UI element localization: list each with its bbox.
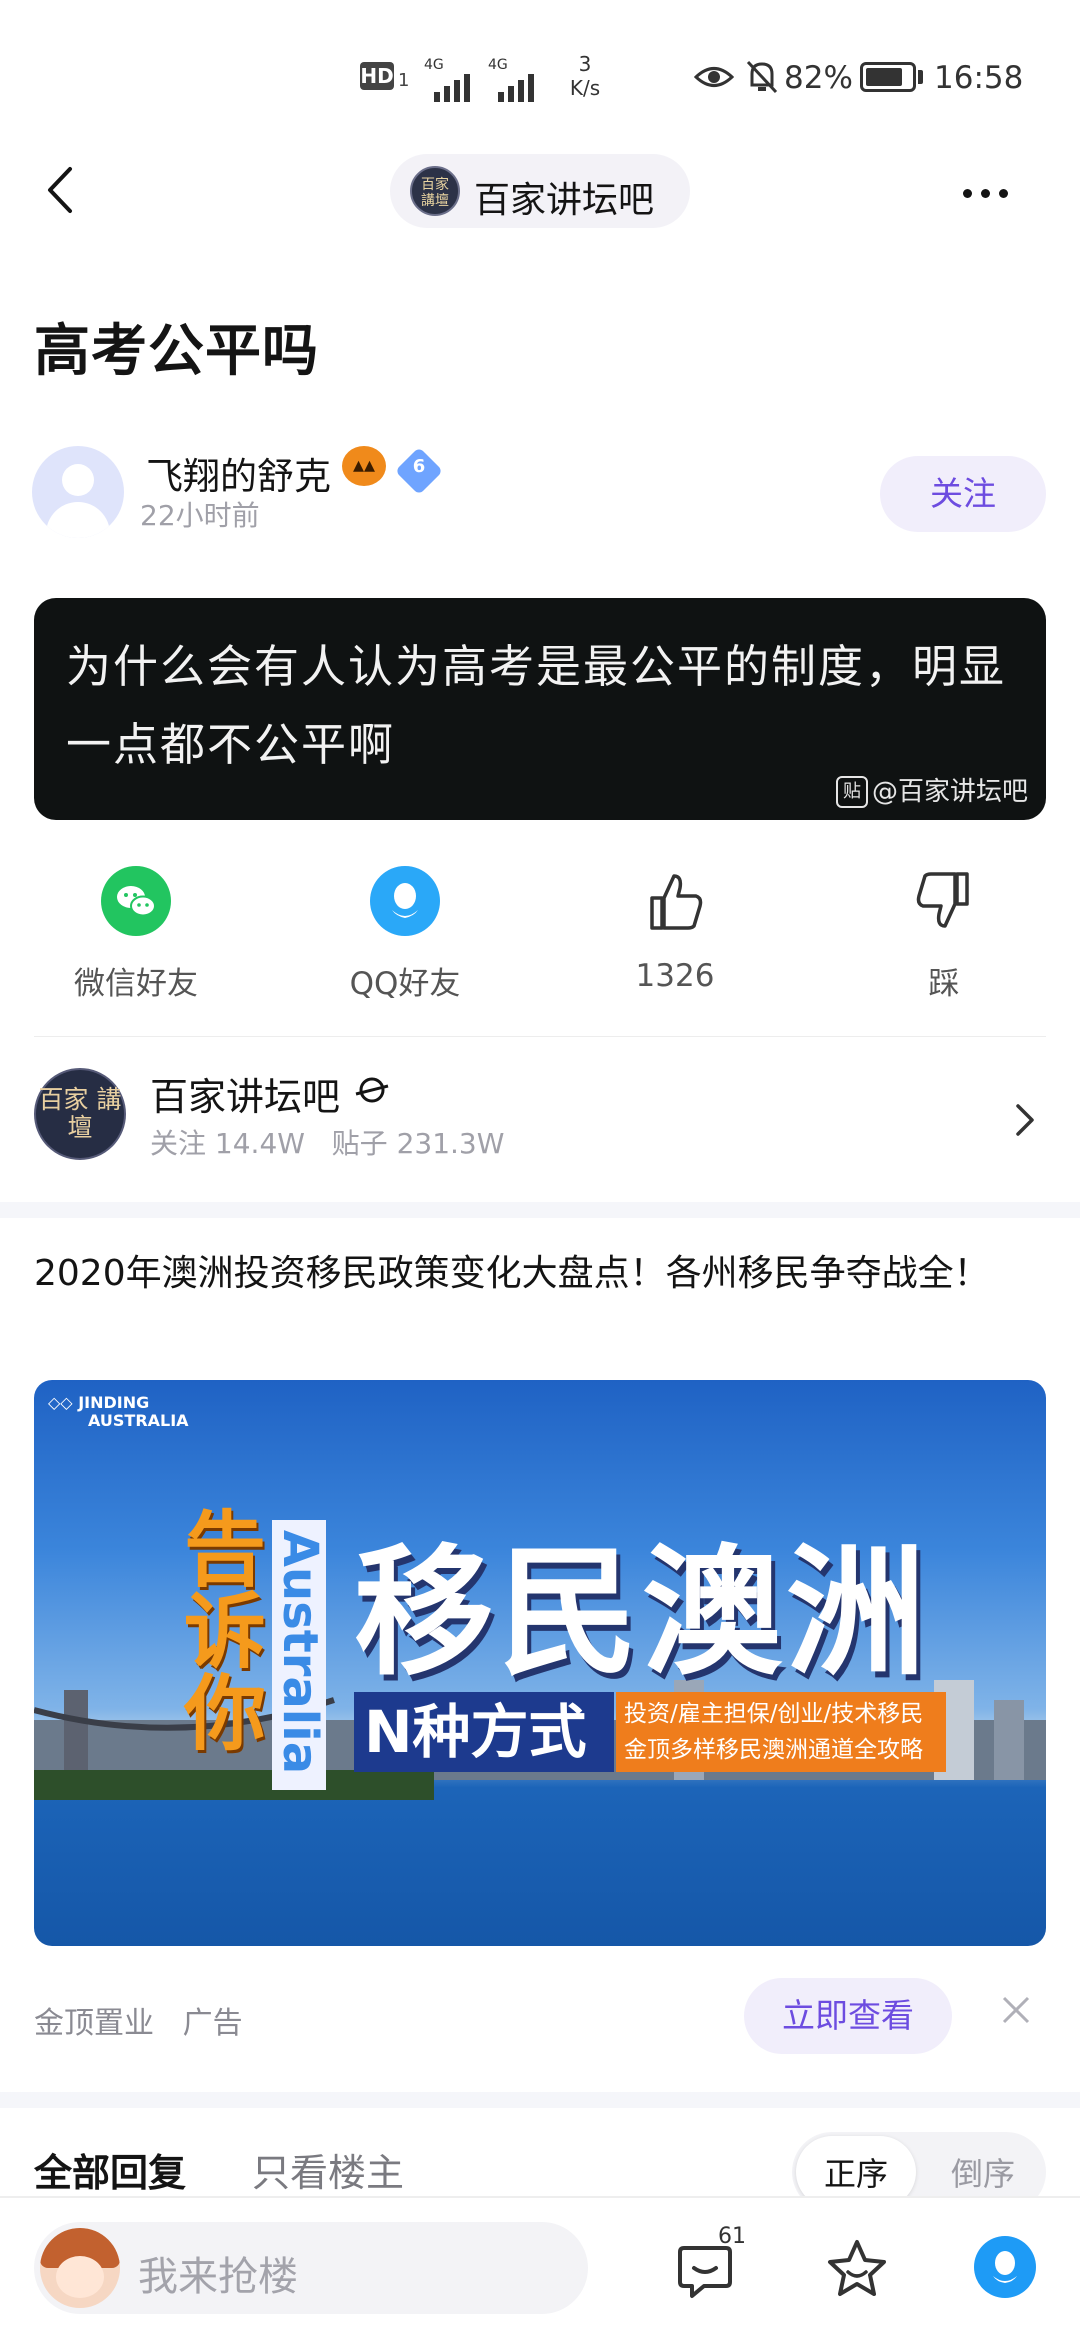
network-speed-unit: K/s (569, 76, 601, 100)
ad-banner-image[interactable]: ◇◇ JINDING AUSTRALIA 告诉你 Australia 移民澳洲 … (34, 1380, 1046, 1946)
back-arrow-icon[interactable] (38, 165, 88, 215)
section-separator (0, 1202, 1080, 1218)
ad-subtitle-1: 投资/雇主担保/创业/技术移民 (624, 1701, 924, 1727)
qq-icon (370, 866, 440, 936)
ad-tell-you: 告诉你 (184, 1503, 267, 1762)
tieba-icon: 贴 (835, 776, 868, 808)
ad-subtitle: 投资/雇主担保/创业/技术移民 金顶多样移民澳洲通道全攻略 (616, 1692, 946, 1772)
wechat-icon (101, 866, 171, 936)
reply-input[interactable]: 我来抢楼 (34, 2222, 588, 2314)
post-title: 高考公平吗 (34, 319, 319, 384)
tab-host-only[interactable]: 只看楼主 (252, 2142, 404, 2197)
bell-off-icon (746, 60, 778, 94)
post-content-text: 为什么会有人认为高考是最公平的制度，明显一点都不公平啊 (66, 640, 1007, 771)
post-content-card: 为什么会有人认为高考是最公平的制度，明显一点都不公平啊 贴 @百家讲坛吧 (34, 598, 1046, 820)
author-avatar[interactable] (32, 446, 124, 538)
network-speed-value: 3 (578, 52, 592, 76)
forum-mini-logo: 百家 講壇 (410, 166, 460, 216)
clock: 16:58 (934, 60, 1024, 96)
chevron-right-icon[interactable] (1010, 1100, 1040, 1140)
ad-band: N种方式 (354, 1692, 614, 1772)
planet-icon (355, 1077, 389, 1103)
ad-title[interactable]: 2020年澳洲投资移民政策变化大盘点！各州移民争夺战全！ (34, 1244, 1014, 1304)
user-avatar (40, 2228, 120, 2308)
like-button[interactable]: 1326 (575, 866, 775, 994)
net-type-1: 4G (424, 57, 444, 73)
reply-count-badge: 61 (718, 2224, 746, 2249)
close-icon[interactable] (998, 1992, 1034, 2028)
battery-cap (918, 70, 923, 84)
sim-slot: 1 (398, 70, 410, 91)
share-qq-button[interactable]: QQ好友 (305, 866, 505, 1003)
more-icon[interactable] (963, 183, 1017, 202)
share-wechat-button[interactable]: 微信好友 (36, 866, 236, 1003)
ad-view-button[interactable]: 立即查看 (744, 1978, 952, 2054)
thumbs-up-icon (640, 866, 710, 936)
status-bar: HD 1 4G 4G 3 K/s 82% 16:58 (0, 0, 1080, 150)
hd-badge: HD (360, 62, 394, 90)
ad-australia-strip: Australia (272, 1520, 328, 1790)
qq-icon (993, 2251, 1017, 2283)
forum-follow-count: 14.4W (214, 1127, 305, 1160)
star-icon[interactable] (824, 2236, 890, 2302)
signal-4g-2-icon: 4G (488, 58, 544, 102)
ad-sponsor: 金顶置业 广告 (34, 1998, 243, 2042)
ad-brand-line1: JINDING (78, 1393, 150, 1412)
ad-brand-line2: AUSTRALIA (88, 1411, 189, 1430)
signal-4g-1-icon: 4G (424, 58, 480, 102)
level-number: 6 (412, 456, 426, 477)
ad-subtitle-2: 金顶多样移民澳洲通道全攻略 (624, 1737, 923, 1763)
net-type-2: 4G (488, 57, 508, 73)
forum-name[interactable]: 百家讲坛吧 (150, 1066, 340, 1121)
battery-icon (860, 62, 916, 92)
network-speed: 3 K/s (560, 52, 610, 100)
ad-sponsor-name: 金顶置业 (34, 2006, 154, 2041)
section-separator (0, 2092, 1080, 2108)
forum-pill[interactable]: 百家 講壇 百家讲坛吧 (390, 154, 690, 228)
ad-tag: 广告 (182, 2006, 243, 2041)
dislike-button[interactable]: 踩 (844, 866, 1044, 1003)
ad-australia-text: Australia (272, 1529, 328, 1775)
comment-icon[interactable] (674, 2240, 736, 2302)
pumpkin-icon: ▴▴ (342, 446, 386, 486)
dislike-label: 踩 (928, 966, 960, 1002)
ad-brand-logo: ◇◇ JINDING AUSTRALIA (48, 1393, 189, 1430)
watermark: 贴 @百家讲坛吧 (835, 771, 1028, 808)
watermark-text: @百家讲坛吧 (871, 776, 1028, 807)
follow-button[interactable]: 关注 (880, 456, 1046, 532)
share-fab-button[interactable] (974, 2236, 1036, 2298)
forum-logo[interactable]: 百家 講壇 (34, 1068, 126, 1160)
thumbs-down-icon (909, 866, 979, 936)
post-time: 22小时前 (140, 499, 260, 532)
reply-input-placeholder: 我来抢楼 (138, 2254, 298, 2300)
like-count: 1326 (635, 958, 715, 994)
forum-posts-count: 231.3W (396, 1127, 505, 1160)
share-label: 微信好友 (74, 966, 198, 1002)
divider (34, 1036, 1046, 1037)
battery-percent: 82% (784, 60, 853, 96)
forum-pill-name: 百家讲坛吧 (474, 180, 655, 221)
share-label: QQ好友 (349, 966, 461, 1002)
forum-posts-label: 贴子 (331, 1127, 388, 1160)
forum-stats: 关注 14.4W 贴子 231.3W (150, 1122, 504, 1162)
ad-headline: 移民澳洲 (354, 1531, 931, 1695)
forum-follow-label: 关注 (150, 1127, 207, 1160)
eye-icon (694, 67, 734, 87)
tab-all-replies[interactable]: 全部回复 (34, 2142, 186, 2197)
author-name[interactable]: 飞翔的舒克 (146, 446, 331, 500)
